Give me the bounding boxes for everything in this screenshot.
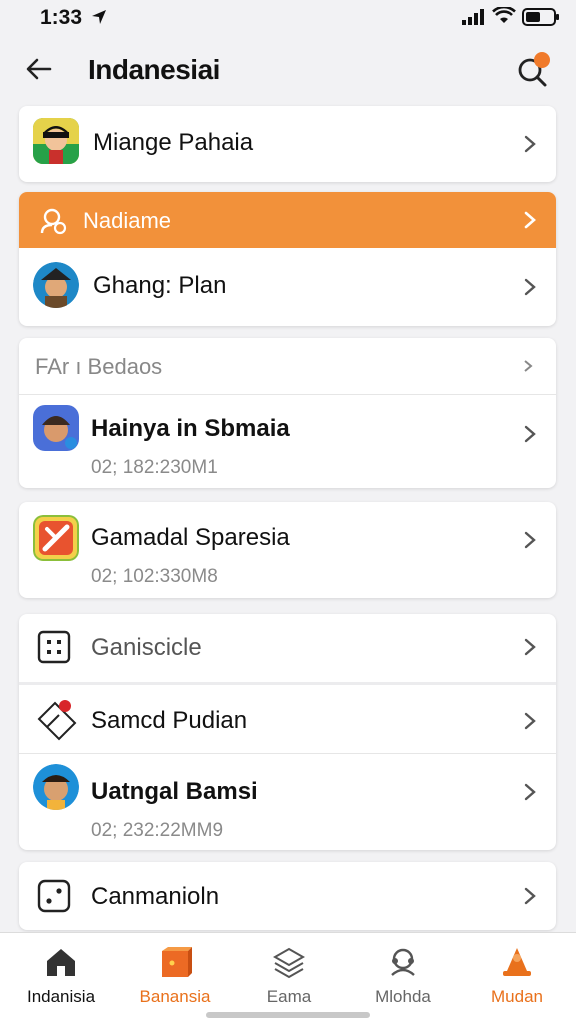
section-title: FAr ı Bedaos (35, 354, 163, 379)
list-item-label: Hainya in Sbmaia (91, 415, 290, 442)
pin-note-icon (37, 700, 77, 741)
card-1: Miange Pahaia (19, 106, 556, 182)
list-item-label: Ganiscicle (91, 634, 202, 661)
avatar (33, 515, 79, 561)
list-item-ganiscicle[interactable]: Ganiscicle (19, 614, 556, 680)
avatar (33, 405, 79, 451)
avatar (33, 262, 79, 308)
nav-label: Eama (266, 987, 312, 1006)
search-icon[interactable] (514, 50, 554, 90)
chevron-right-icon (524, 425, 536, 443)
back-arrow-icon[interactable] (22, 52, 56, 86)
dice-icon (37, 879, 71, 913)
chevron-right-icon (524, 712, 536, 730)
list-item-label: Gamadal Sparesia (91, 524, 290, 551)
orange-box-icon (162, 947, 192, 977)
list-item-ghang[interactable]: Ghang: Plan (19, 248, 556, 326)
app-header: Indanesiai (0, 40, 576, 100)
battery-icon (522, 8, 559, 26)
chevron-right-icon (524, 887, 536, 905)
nav-label: Mudan (491, 987, 543, 1006)
list-item-subtitle: 02; 232:22MM9 (91, 820, 224, 841)
chevron-right-icon (524, 783, 536, 801)
layers-icon (272, 947, 306, 979)
home-indicator (206, 1012, 370, 1018)
banner-nadiame[interactable]: Nadiame (19, 192, 556, 248)
avatar (33, 118, 79, 164)
nav-item-banansia[interactable]: Banansia (120, 933, 230, 1013)
banner-label: Nadiame (83, 208, 172, 233)
chevron-right-icon (524, 135, 536, 153)
avatar (33, 764, 79, 810)
card-4[interactable]: Gamadal Sparesia 02; 102:330M8 (19, 502, 556, 598)
list-item-label: Samcd Pudian (91, 707, 248, 734)
card-2: Nadiame Ghang: Plan (19, 192, 556, 326)
nav-item-eama[interactable]: Eama (234, 933, 344, 1013)
bottom-nav: Indanisia Banansia Eama Mlohda Mudan (0, 932, 576, 1024)
nav-item-mudan[interactable]: Mudan (462, 933, 572, 1013)
list-item-label: Ghang: Plan (93, 272, 227, 299)
nav-item-indanisia[interactable]: Indanisia (6, 933, 116, 1013)
list-item-canmaniodn[interactable]: Canmaniоln (19, 862, 556, 930)
card-5: Ganiscicle Samcd Pudian Uatngal Bamsi 02… (19, 614, 556, 850)
list-item-miange[interactable]: Miange Pahaia (19, 106, 556, 182)
chevron-right-icon (524, 638, 536, 656)
status-bar: 1:33 (0, 0, 576, 36)
list-item-label: Canmaniоln (91, 883, 220, 910)
card-6: Canmaniоln (19, 862, 556, 930)
list-item-samcd[interactable]: Samcd Pudian (19, 685, 556, 753)
list-item-gamadal[interactable]: Gamadal Sparesia 02; 102:330M8 (19, 502, 556, 598)
chevron-right-icon (524, 278, 536, 296)
headset-icon (391, 948, 415, 976)
list-item-label: Uatngal Bamsi (91, 778, 258, 805)
nav-item-mlohda[interactable]: Mlohda (348, 933, 458, 1013)
grid-dots-icon (37, 630, 71, 664)
list-item-hainya[interactable]: Hainya in Sbmaia 02; 182:230M1 (19, 395, 556, 488)
status-time: 1:33 (40, 6, 83, 29)
nav-label: Banansia (139, 987, 211, 1006)
user-badge-icon (40, 208, 67, 235)
card-3: FAr ı Bedaos Hainya in Sbmaia 02; 182:23… (19, 338, 556, 488)
chevron-right-icon (524, 531, 536, 549)
cone-icon (503, 948, 531, 976)
chevron-right-icon (524, 360, 533, 372)
list-item-subtitle: 02; 182:230M1 (91, 457, 218, 478)
page-title: Indanesiai (88, 54, 220, 85)
chevron-right-icon (524, 211, 536, 229)
list-item-subtitle: 02; 102:330M8 (91, 566, 218, 587)
list-item-uatngal[interactable]: Uatngal Bamsi 02; 232:22MM9 (19, 754, 556, 850)
location-arrow-icon (92, 10, 106, 24)
home-icon (47, 949, 75, 976)
wifi-icon (492, 7, 516, 23)
section-header: FAr ı Bedaos (19, 338, 556, 394)
nav-label: Indanisia (26, 987, 96, 1006)
nav-label: Mlohda (375, 987, 431, 1006)
list-item-label: Miange Pahaia (93, 129, 254, 156)
signal-icon (462, 9, 484, 25)
